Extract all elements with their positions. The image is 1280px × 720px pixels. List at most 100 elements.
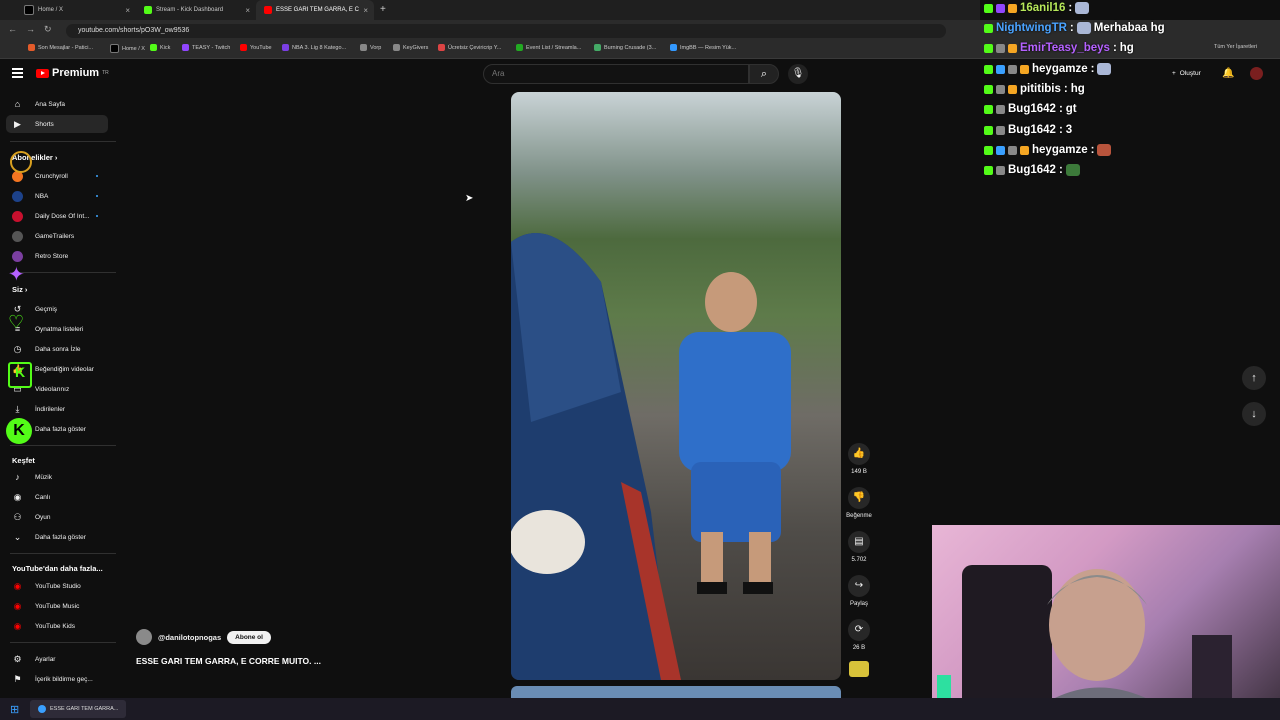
sidebar-item-downloads[interactable]: ⤓ İndirilenler (6, 400, 108, 418)
back-icon[interactable]: ← (8, 24, 17, 34)
bookmark-item[interactable]: Burning Crusade (3... (594, 44, 656, 51)
bookmark-item[interactable]: Home / X (110, 44, 145, 53)
chat-message: heygamze : (984, 144, 1112, 156)
sidebar-item-yt-kids[interactable]: ◉ YouTube Kids (6, 617, 108, 635)
shorts-icon: ▶ (14, 118, 21, 129)
chat-message: NightwingTR : Merhabaa hg (984, 22, 1165, 34)
bookmark-item[interactable]: Vorp (360, 44, 381, 51)
channel-avatar (12, 250, 23, 262)
avatar[interactable] (1250, 67, 1263, 80)
close-tab-icon[interactable]: × (363, 6, 368, 15)
emote-icon (1097, 144, 1112, 156)
bell-icon[interactable]: 🔔 (1222, 68, 1234, 79)
bookmark-item[interactable]: TEASY - Twitch (182, 44, 230, 51)
new-tab-icon[interactable]: + (380, 4, 386, 15)
gift-badge-icon (1020, 64, 1029, 74)
remix-icon: ⟳ (848, 619, 870, 641)
comments-button[interactable]: ▤ 5.702 (846, 531, 872, 563)
close-tab-icon[interactable]: × (125, 6, 130, 15)
sub-badge-icon (996, 104, 1005, 114)
sound-thumbnail[interactable] (849, 661, 869, 677)
search-input[interactable]: Ara (483, 64, 749, 84)
gear-icon: ⚙ (13, 653, 22, 664)
music-icon: ♪ (15, 471, 20, 482)
gift-badge-icon (1008, 84, 1017, 94)
taskbar-app-browser[interactable]: ESSE GARI TEM GARRA... (30, 700, 127, 718)
sidebar-item-yt-studio[interactable]: ◉ YouTube Studio (6, 577, 108, 595)
subscription-item[interactable]: NBA (6, 187, 108, 205)
webcam-image (937, 565, 1232, 720)
sidebar-item-watch-later[interactable]: ◷ Daha sonra İzle (6, 340, 108, 358)
bookmark-item[interactable]: Event List / Streamla... (516, 44, 581, 51)
flag-icon: ⚑ (13, 673, 22, 684)
sidebar-item-settings[interactable]: ⚙ Ayarlar (6, 650, 108, 668)
download-icon: ⤓ (15, 403, 20, 414)
short-title[interactable]: ESSE GARI TEM GARRA, E CORRE MUITO. ... (136, 656, 321, 666)
sidebar-item-home[interactable]: ⌂ Ana Sayfa (6, 95, 108, 113)
sidebar-item-yt-music[interactable]: ◉ YouTube Music (6, 597, 108, 615)
chat-message: EmirTeasy_beys : hg (984, 42, 1134, 54)
divider (10, 445, 116, 446)
divider (10, 642, 116, 643)
video-frame-image (511, 233, 791, 680)
sidebar-item-report[interactable]: ⚑ İçerik bildirme geç... (6, 670, 108, 688)
browser-tab-youtube[interactable]: ESSE GARI TEM GARRA, E C × (256, 0, 374, 20)
sidebar-item-music[interactable]: ♪ Müzik (6, 468, 108, 486)
forward-icon[interactable]: → (26, 24, 35, 34)
bookmark-item[interactable]: KeyGivers (393, 44, 428, 51)
subscribe-button[interactable]: Abone ol (227, 630, 271, 644)
sub-badge-icon (1008, 145, 1017, 155)
subscription-item[interactable]: GameTrailers (6, 227, 108, 245)
browser-tab-x[interactable]: Home / X × (16, 0, 136, 20)
kick-favicon-icon (144, 6, 152, 14)
mic-icon[interactable]: 🎙 (788, 64, 808, 84)
gamepad-icon: ⚇ (13, 511, 22, 522)
bookmark-item[interactable]: YouTube (240, 44, 272, 51)
gift-badge-icon (1008, 43, 1017, 53)
dislike-icon: 👎 (848, 487, 870, 509)
menu-icon[interactable] (12, 68, 23, 80)
sub-badge-icon (996, 165, 1005, 175)
channel-avatar (12, 210, 23, 222)
kick-badge-icon (984, 165, 993, 175)
create-button[interactable]: + Oluştur (1166, 66, 1207, 82)
previous-short-button[interactable]: ↑ (1242, 366, 1266, 390)
next-short-preview[interactable] (511, 686, 841, 698)
x-favicon-icon (24, 5, 34, 15)
chat-message: Bug1642 : 3 (984, 124, 1072, 136)
remix-button[interactable]: ⟳ 26 B (846, 619, 872, 651)
address-bar[interactable]: youtube.com/shorts/pO3W_ow9536 (66, 24, 946, 38)
sidebar-item-shorts[interactable]: ▶ Shorts (6, 115, 108, 133)
bookmark-item[interactable]: Ücretsiz Çeviricrip Y... (438, 44, 501, 51)
divider (10, 272, 116, 273)
short-video-player[interactable] (511, 92, 841, 680)
youtube-logo[interactable]: Premium TR (36, 67, 109, 79)
yt-kids-icon: ◉ (13, 620, 22, 631)
subscription-item[interactable]: Daily Dose Of Int... (6, 207, 108, 225)
chat-message: Bug1642 : gt (984, 103, 1077, 115)
bookmark-item[interactable]: Son Mesajlar - Patici... (28, 44, 93, 51)
sub-badge-icon (996, 84, 1005, 94)
next-short-button[interactable]: ↓ (1242, 402, 1266, 426)
bookmark-item[interactable]: Kick (150, 44, 170, 51)
dislike-button[interactable]: 👎 Beğenme (846, 487, 872, 519)
bookmark-item[interactable]: ImgBB — Resim Yük... (670, 44, 736, 51)
all-bookmarks[interactable]: Tüm Yer İşaretleri (1214, 44, 1257, 50)
channel-avatar (12, 190, 23, 202)
reload-icon[interactable]: ↻ (44, 24, 52, 35)
like-button[interactable]: 👍 149 B (846, 443, 872, 475)
bookmark-item[interactable]: NBA 3. Lig 8 Katego... (282, 44, 346, 51)
windows-start-icon[interactable]: ⊞ (10, 703, 19, 716)
search-icon[interactable]: ⌕ (749, 64, 779, 84)
channel-avatar (12, 230, 23, 242)
sidebar-item-gaming[interactable]: ⚇ Oyun (6, 508, 108, 526)
channel-handle[interactable]: @danilotopnogas (158, 633, 221, 642)
share-button[interactable]: ↪ Paylaş (846, 575, 872, 607)
channel-avatar[interactable] (136, 629, 152, 645)
close-tab-icon[interactable]: × (245, 6, 250, 15)
sidebar-item-live[interactable]: ◉ Canlı (6, 488, 108, 506)
browser-tab-kick[interactable]: Stream - Kick Dashboard × (136, 0, 256, 20)
chat-message: heygamze : (984, 63, 1112, 75)
chat-message: 16anil16 : (984, 2, 1090, 14)
sidebar-item-show-more[interactable]: ⌄Daha fazla göster (6, 528, 108, 546)
